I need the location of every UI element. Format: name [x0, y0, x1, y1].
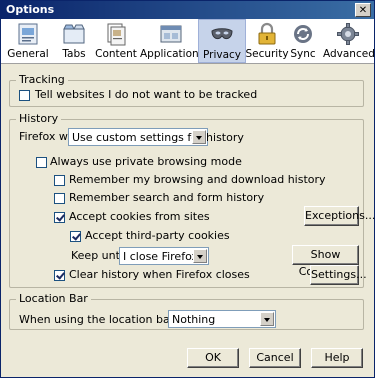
- cancel-button[interactable]: Cancel: [249, 348, 301, 368]
- clear-history-label: Clear history when Firefox closes: [69, 268, 250, 281]
- window-title: Options: [6, 3, 55, 16]
- tab-label: General: [7, 48, 49, 60]
- location-bar-legend: Location Bar: [16, 292, 91, 305]
- privacy-mask-icon: [211, 28, 233, 40]
- preferences-toolbar: General Tabs Content Applications Privac…: [1, 19, 375, 64]
- third-party-cookies-label: Accept third-party cookies: [85, 229, 230, 242]
- remember-browsing-checkbox[interactable]: [54, 175, 65, 186]
- options-window: Options ✕ General Tabs Content Applicati…: [0, 0, 375, 378]
- title-bar[interactable]: Options ✕: [1, 1, 374, 19]
- suggest-select[interactable]: Nothing: [168, 310, 276, 328]
- dnt-checkbox[interactable]: [19, 90, 30, 101]
- remember-search-checkbox[interactable]: [54, 193, 65, 204]
- third-party-cookies-checkbox[interactable]: [70, 231, 81, 242]
- accept-cookies-label: Accept cookies from sites: [69, 210, 210, 223]
- private-browsing-label: Always use private browsing mode: [50, 155, 242, 168]
- tracking-legend: Tracking: [16, 73, 68, 86]
- chevron-down-icon[interactable]: [260, 312, 274, 326]
- ok-button[interactable]: OK: [187, 348, 239, 368]
- applications-icon: [160, 25, 182, 43]
- history-legend: History: [16, 112, 62, 125]
- keep-until-value: I close Firefox: [123, 250, 198, 263]
- general-icon: [18, 23, 38, 45]
- content-icon: [107, 23, 126, 46]
- tab-label: Sync: [290, 48, 316, 60]
- private-browsing-checkbox[interactable]: [36, 157, 47, 168]
- keep-until-select[interactable]: I close Firefox: [119, 247, 209, 265]
- chevron-down-icon[interactable]: [192, 130, 206, 144]
- tab-applications[interactable]: Applications: [140, 19, 205, 63]
- history-group: History Firefox will: Use custom setting…: [9, 112, 375, 288]
- dnt-label: Tell websites I do not want to be tracke…: [35, 88, 258, 101]
- chevron-down-icon[interactable]: [193, 249, 207, 263]
- remember-search-label: Remember search and form history: [69, 191, 265, 204]
- tab-general[interactable]: General: [2, 19, 54, 63]
- padlock-icon: [258, 22, 276, 45]
- exceptions-button[interactable]: Exceptions...: [304, 206, 375, 226]
- history-mode-select[interactable]: Use custom settings for history: [68, 128, 244, 146]
- close-button[interactable]: ✕: [355, 3, 371, 17]
- show-cookies-button[interactable]: Show Cookies...: [292, 245, 359, 278]
- history-mode-value: Use custom settings for history: [72, 131, 244, 144]
- tabs-icon: [63, 24, 85, 44]
- tracking-group: Tracking Tell websites I do not want to …: [9, 73, 364, 107]
- clear-settings-button[interactable]: Settings...: [310, 265, 367, 285]
- tab-label: Privacy: [202, 49, 242, 61]
- sync-icon: [294, 25, 312, 43]
- gear-icon: [337, 23, 359, 45]
- remember-browsing-label: Remember my browsing and download histor…: [69, 173, 326, 186]
- tab-label: Content: [95, 48, 137, 60]
- help-button[interactable]: Help: [311, 348, 363, 368]
- tab-label: Applications: [140, 48, 205, 60]
- location-bar-group: Location Bar When using the location bar…: [9, 292, 364, 330]
- tab-label: Advanced: [323, 48, 375, 60]
- tab-privacy[interactable]: Privacy: [198, 19, 246, 63]
- clear-history-checkbox[interactable]: [54, 270, 65, 281]
- accept-cookies-checkbox[interactable]: [54, 212, 65, 223]
- tab-advanced[interactable]: Advanced: [323, 19, 375, 63]
- suggest-value: Nothing: [172, 313, 216, 326]
- tab-content[interactable]: Content: [90, 19, 142, 63]
- tab-sync[interactable]: Sync: [281, 19, 325, 63]
